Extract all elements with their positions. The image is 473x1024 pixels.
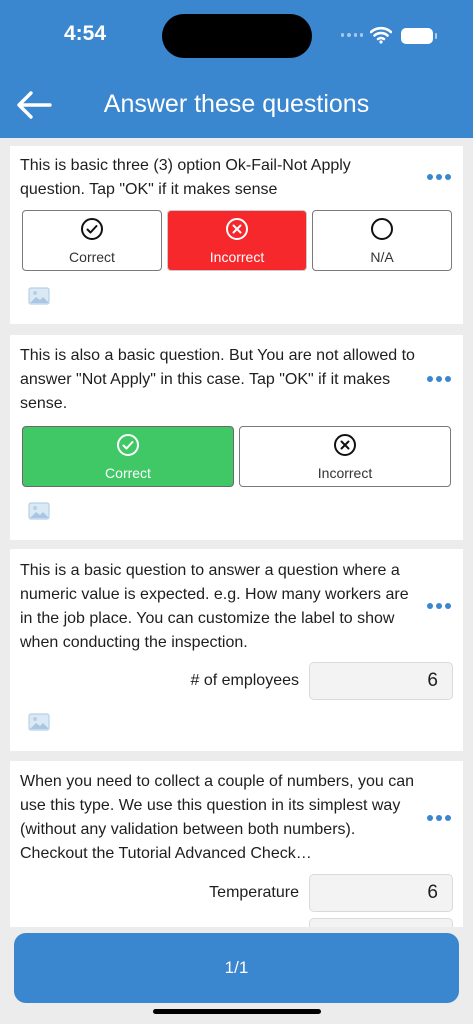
cellular-signal-icon [341,33,363,39]
question-text: This is also a basic question. But You a… [20,347,415,412]
empty-circle-icon [371,218,393,240]
dynamic-island [162,14,312,58]
image-attach-icon[interactable] [28,502,50,520]
more-options-icon[interactable] [427,174,451,182]
image-attach-icon[interactable] [28,287,50,305]
option-incorrect-button[interactable]: Incorrect [167,210,307,271]
more-options-icon[interactable] [427,603,451,611]
x-circle-icon [334,434,356,456]
temperature-number-input[interactable]: 6 [309,874,453,912]
question-card-3: This is a basic question to answer a que… [10,549,463,751]
check-circle-icon [117,434,139,456]
battery-icon [401,28,437,44]
option-label: N/A [370,249,394,265]
question-text: When you need to collect a couple of num… [20,773,415,862]
numeric-field-label: # of employees [190,672,299,689]
option-na-button[interactable]: N/A [312,210,452,271]
question-card-2: This is also a basic question. But You a… [10,335,463,540]
x-circle-icon [226,218,248,240]
option-label: Correct [69,249,115,265]
question-text: This is basic three (3) option Ok-Fail-N… [20,157,351,198]
app-header: 4:54 Answer these questions [0,0,473,138]
option-correct-button[interactable]: Correct [22,210,162,271]
more-options-icon[interactable] [427,815,451,823]
page-title: Answer these questions [103,90,370,118]
option-correct-button[interactable]: Correct [22,426,234,487]
numeric-field-label: Temperature [209,884,299,901]
second-number-input[interactable] [309,918,453,927]
question-card-1: This is basic three (3) option Ok-Fail-N… [10,146,463,324]
pager-button[interactable]: 1/1 [14,933,459,1003]
option-label: Incorrect [209,249,265,265]
question-card-4: When you need to collect a couple of num… [10,761,463,927]
employees-number-input[interactable]: 6 [309,662,453,700]
status-time: 4:54 [64,22,107,45]
option-incorrect-button[interactable]: Incorrect [239,426,451,487]
option-label: Correct [105,465,151,481]
image-attach-icon[interactable] [28,713,50,731]
more-options-icon[interactable] [427,376,451,384]
wifi-icon [370,26,392,44]
question-text: This is a basic question to answer a que… [20,562,409,651]
option-label: Incorrect [317,465,373,481]
home-indicator [153,1009,321,1014]
check-circle-icon [81,218,103,240]
